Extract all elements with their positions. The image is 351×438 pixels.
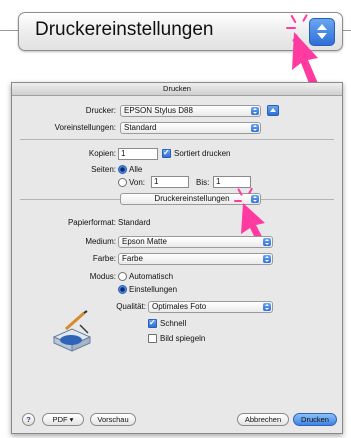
fast-checkbox[interactable] xyxy=(148,318,157,328)
pages-to-label: Bis: xyxy=(196,178,210,187)
printer-value: EPSON Stylus D88 xyxy=(124,106,193,115)
expand-dialog-button[interactable] xyxy=(267,105,279,116)
print-dialog: Drucken Drucker: EPSON Stylus D88 Vorein… xyxy=(11,82,343,434)
pages-to-field[interactable]: 1 xyxy=(213,176,251,188)
cancel-button[interactable]: Abbrechen xyxy=(237,413,289,426)
pages-range-radio[interactable] xyxy=(118,178,127,187)
mode-automatic-radio[interactable] xyxy=(118,272,127,281)
panel-popup-zoomed-label: Druckereinstellungen xyxy=(35,19,214,40)
popup-arrows-icon xyxy=(263,238,271,246)
help-button[interactable]: ? xyxy=(22,413,35,426)
quality-popup[interactable]: Optimales Foto xyxy=(148,301,273,313)
panel-popup-value: Druckereinstellungen xyxy=(154,194,230,203)
color-value: Farbe xyxy=(122,254,143,263)
quality-label: Qualität: xyxy=(116,302,146,311)
mirror-label: Bild spiegeln xyxy=(160,334,206,343)
pages-from-label: Von: xyxy=(129,178,146,187)
collate-checkbox[interactable] xyxy=(162,148,171,158)
copies-label: Kopien: xyxy=(88,149,116,158)
collate-label: Sortiert drucken xyxy=(174,149,231,158)
presets-value: Standard xyxy=(124,123,157,132)
mode-settings-label: Einstellungen xyxy=(129,285,178,294)
divider xyxy=(20,139,334,140)
fast-label: Schnell xyxy=(160,319,187,328)
paper-format-value: Standard xyxy=(118,218,151,227)
printer-popup[interactable]: EPSON Stylus D88 xyxy=(120,105,261,117)
epson-printer-icon xyxy=(52,310,92,352)
preview-button[interactable]: Vorschau xyxy=(90,413,136,426)
copies-field[interactable]: 1 xyxy=(118,148,158,160)
presets-label: Voreinstellungen: xyxy=(54,123,116,132)
mode-label: Modus: xyxy=(89,272,116,281)
mode-automatic-label: Automatisch xyxy=(129,272,174,281)
mirror-checkbox[interactable] xyxy=(148,334,157,343)
print-button[interactable]: Drucken xyxy=(293,413,337,426)
medium-popup[interactable]: Epson Matte xyxy=(118,236,273,248)
window-title: Drucken xyxy=(12,83,342,96)
medium-label: Medium: xyxy=(85,237,116,246)
popup-arrows-icon xyxy=(263,255,271,263)
pages-all-label: Alle xyxy=(129,165,143,174)
printer-label: Drucker: xyxy=(85,106,116,115)
mode-settings-radio[interactable] xyxy=(118,285,127,294)
paper-format-label: Papierformat: xyxy=(67,218,116,227)
color-label: Farbe: xyxy=(92,254,116,263)
pdf-button[interactable]: PDF ▾ xyxy=(42,413,84,426)
popup-arrows-icon xyxy=(251,124,259,132)
popup-arrows-icon xyxy=(263,303,271,311)
presets-popup[interactable]: Standard xyxy=(120,122,261,134)
popup-arrows-icon xyxy=(251,107,259,115)
pages-label: Seiten: xyxy=(91,165,116,174)
pages-all-radio[interactable] xyxy=(118,165,127,174)
color-popup[interactable]: Farbe xyxy=(118,253,273,265)
pages-from-field[interactable]: 1 xyxy=(151,176,189,188)
quality-value: Optimales Foto xyxy=(152,302,207,311)
medium-value: Epson Matte xyxy=(122,237,167,246)
